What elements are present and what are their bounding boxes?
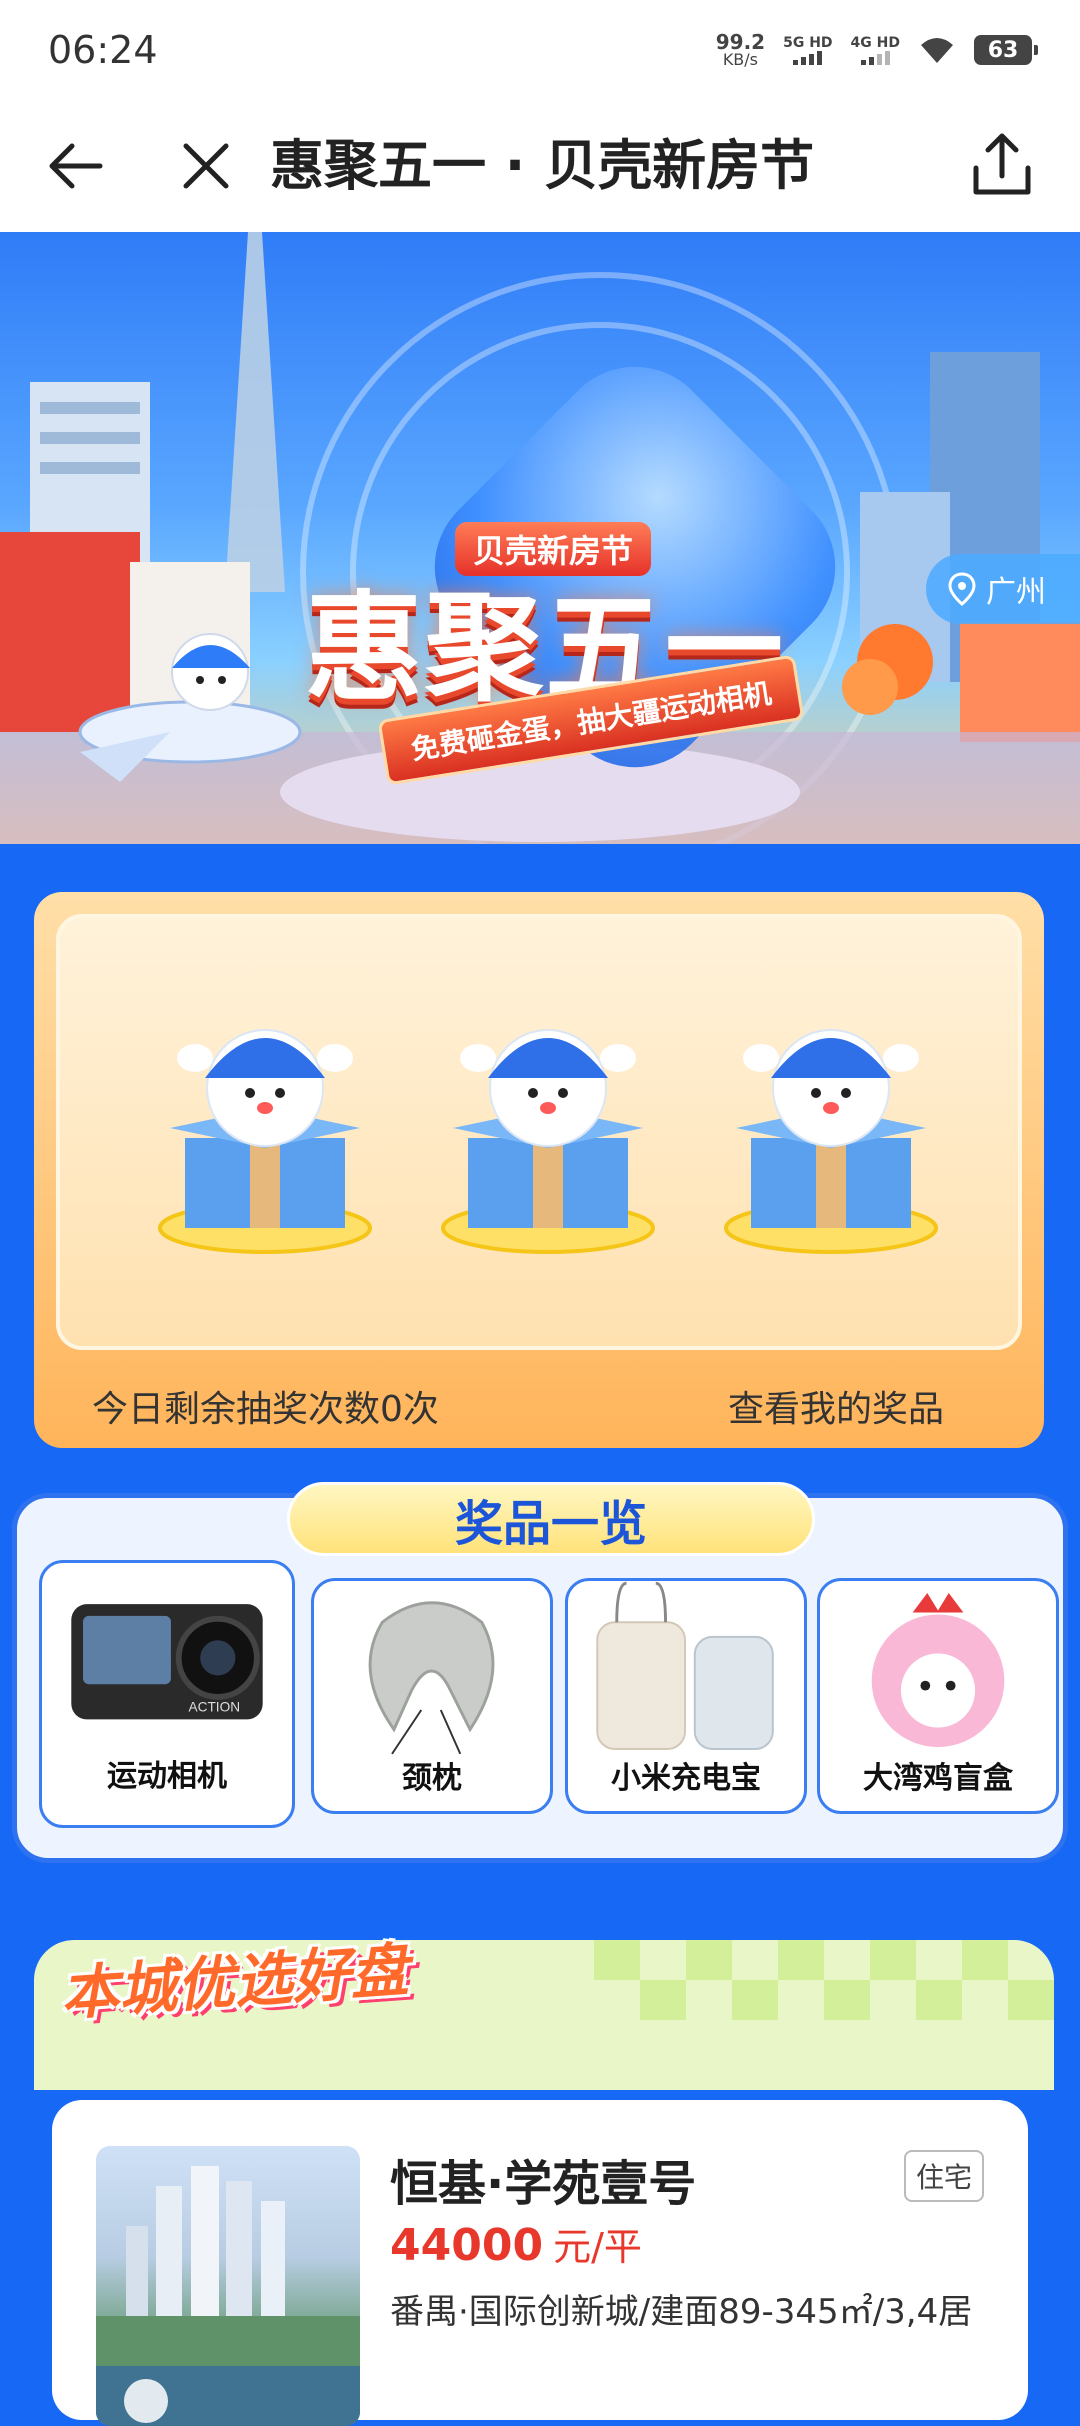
signal-5g-label: 5G HD: [783, 35, 833, 51]
signal-bars-icon: [793, 51, 823, 65]
remaining-draws-text: 今日剩余抽奖次数0次: [92, 1389, 439, 1430]
prize-card-neck-pillow[interactable]: 颈枕: [311, 1578, 553, 1814]
prize-name: 颈枕: [402, 1761, 462, 1796]
network-speed-value: 99.2: [715, 30, 766, 54]
prize-list-header: 奖品一览: [287, 1482, 815, 1556]
gift-box-icon[interactable]: [433, 978, 663, 1278]
signal-4g: 4G HD: [851, 35, 900, 65]
location-chip[interactable]: 广州: [926, 554, 1080, 624]
action-camera-icon: ACTION: [71, 1604, 263, 1720]
status-bar: 06:24 99.2 KB/s 5G HD 4G HD 63: [0, 0, 1080, 100]
signal-bars-icon: [860, 51, 890, 65]
mascot-airplane-illustration: [78, 633, 302, 782]
power-bank-icon: [596, 1581, 774, 1750]
listing-price-value: 44000: [390, 2220, 544, 2271]
prize-card-action-camera[interactable]: ACTION 运动相机: [39, 1560, 295, 1828]
battery-icon: 63: [974, 35, 1038, 65]
lottery-card: 今日剩余抽奖次数0次 查看我的奖品: [34, 892, 1044, 1448]
hero-banner: 贝壳新房节 惠聚五一 免费砸金蛋，抽大疆运动相机 广州: [0, 232, 1080, 844]
camera-brand-text: ACTION: [188, 1700, 240, 1715]
lottery-gift-area: [56, 914, 1022, 1350]
my-prizes-link[interactable]: 查看我的奖品: [728, 1380, 944, 1432]
blind-box-toy-icon: [871, 1592, 1005, 1748]
prize-name: 小米充电宝: [611, 1761, 761, 1796]
listing-name: 恒基·学苑壹号: [390, 2156, 697, 2212]
listing-description: 番禺·国际创新城/建面89-345㎡/3,4居: [390, 2292, 973, 2332]
listing-type-tag: 住宅: [903, 2150, 984, 2202]
prize-list-title: 奖品一览: [454, 1496, 647, 1552]
page-title: 惠聚五一 · 贝壳新房节: [270, 134, 815, 197]
neck-pillow-icon: [368, 1601, 495, 1755]
back-arrow-icon[interactable]: [40, 130, 112, 202]
status-indicators: 99.2 KB/s 5G HD 4G HD 63: [716, 32, 1038, 68]
signal-4g-label: 4G HD: [850, 35, 900, 51]
prize-list-section: 奖品一览 ACTION 运动相机 颈枕 小米充电宝 大湾鸡盲盒: [12, 1482, 1068, 1863]
prize-card-power-bank[interactable]: 小米充电宝: [565, 1578, 807, 1814]
location-label: 广州: [986, 575, 1046, 610]
status-time: 06:24: [48, 28, 158, 72]
listing-price-unit: 元/平: [553, 2225, 642, 2269]
gift-box-icon[interactable]: [150, 978, 380, 1278]
prize-name: 运动相机: [107, 1759, 227, 1794]
signal-5g: 5G HD: [783, 35, 833, 65]
listing-price: 44000 元/平: [390, 2216, 642, 2271]
wifi-icon: [921, 38, 953, 63]
listing-card[interactable]: 恒基·学苑壹号 住宅 44000 元/平 番禺·国际创新城/建面89-345㎡/3…: [52, 2100, 1028, 2426]
location-pin-icon: [948, 572, 976, 606]
prize-card-blind-box[interactable]: 大湾鸡盲盒: [817, 1578, 1059, 1814]
listing-image: [96, 2146, 360, 2426]
gift-box-icon[interactable]: [716, 978, 946, 1278]
building-render-illustration: [96, 2166, 360, 2426]
network-speed-unit: KB/s: [722, 50, 759, 69]
close-icon[interactable]: [170, 130, 242, 202]
network-speed: 99.2 KB/s: [716, 32, 765, 68]
prize-name: 大湾鸡盲盒: [863, 1761, 1013, 1796]
nav-bar: 惠聚五一 · 贝壳新房节: [0, 100, 1080, 232]
share-icon[interactable]: [964, 128, 1040, 204]
